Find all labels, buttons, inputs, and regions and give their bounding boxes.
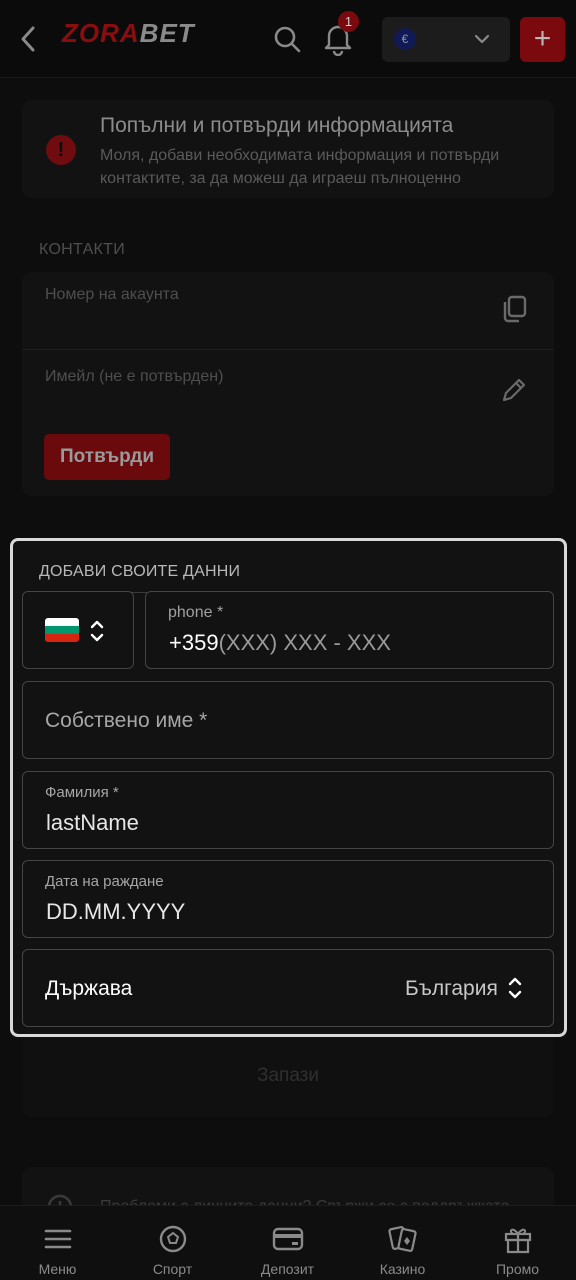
flag-red-stripe bbox=[45, 634, 79, 642]
phone-field[interactable]: phone * +359(XXX) XXX - XXX bbox=[145, 591, 554, 669]
last-name-value: lastName bbox=[46, 810, 139, 835]
search-icon[interactable] bbox=[270, 22, 304, 56]
nav-item-menu[interactable]: Меню bbox=[0, 1206, 115, 1280]
nav-label-sport: Спорт bbox=[152, 1261, 193, 1277]
logo-part-b: BET bbox=[139, 18, 195, 48]
dob-value: DD.MM.YYYY bbox=[46, 899, 186, 924]
menu-icon bbox=[44, 1229, 72, 1249]
copy-icon[interactable] bbox=[500, 294, 528, 324]
country-selector[interactable]: Държава България bbox=[22, 949, 554, 1027]
save-button[interactable]: Запази bbox=[22, 1065, 554, 1087]
first-name-placeholder: Собствено име * bbox=[45, 709, 208, 732]
form-section-label: ДОБАВИ СВОИТЕ ДАННИ bbox=[39, 563, 241, 580]
personal-data-form: ДОБАВИ СВОИТЕ ДАННИ phone * +359(XXX) XX… bbox=[10, 538, 567, 1037]
confirm-email-button[interactable]: Потвърди bbox=[44, 434, 170, 480]
first-name-field[interactable]: Собствено име * bbox=[22, 681, 554, 759]
pencil-icon[interactable] bbox=[500, 376, 528, 404]
nav-item-deposit[interactable]: Депозит bbox=[230, 1206, 345, 1280]
last-name-label: Фамилия * bbox=[45, 784, 119, 801]
bottom-navigation: Меню Спорт Депозит Казино Промо bbox=[0, 1205, 576, 1280]
back-arrow-icon[interactable] bbox=[14, 22, 42, 56]
date-of-birth-field[interactable]: Дата на раждане DD.MM.YYYY bbox=[22, 860, 554, 938]
nav-label-casino: Казино bbox=[379, 1261, 426, 1277]
flag-green-stripe bbox=[45, 626, 79, 634]
phone-label: phone * bbox=[168, 604, 224, 621]
phone-input[interactable]: +359(XXX) XXX - XXX bbox=[169, 630, 391, 656]
alert-icon: ! bbox=[46, 135, 76, 165]
nav-label-menu: Меню bbox=[38, 1261, 77, 1277]
notice-title: Попълни и потвърди информацията bbox=[100, 114, 454, 137]
account-number-label: Номер на акаунта bbox=[45, 286, 179, 303]
save-area: Запази bbox=[22, 1035, 554, 1117]
phone-prefix: +359 bbox=[169, 630, 219, 655]
add-funds-button[interactable]: + bbox=[520, 17, 565, 62]
nav-label-promo: Промо bbox=[495, 1261, 540, 1277]
chevron-down-icon bbox=[474, 34, 490, 44]
flag-white-stripe bbox=[45, 618, 79, 626]
card-icon bbox=[272, 1227, 304, 1251]
contacts-section-label: КОНТАКТИ bbox=[39, 241, 126, 258]
contacts-divider bbox=[22, 349, 554, 350]
soccer-ball-icon bbox=[159, 1225, 187, 1253]
cards-icon bbox=[388, 1226, 417, 1252]
email-label: Имейл (не е потвърден) bbox=[45, 368, 224, 385]
currency-selector[interactable]: € bbox=[382, 17, 510, 62]
nav-label-deposit: Депозит bbox=[260, 1261, 315, 1277]
country-label: Държава bbox=[45, 977, 133, 1000]
gift-icon bbox=[504, 1228, 532, 1254]
country-value: България bbox=[405, 977, 498, 1000]
phone-mask: (XXX) XXX - XXX bbox=[218, 630, 391, 655]
last-name-field[interactable]: Фамилия * lastName bbox=[22, 771, 554, 849]
chevron-up-down-icon bbox=[508, 977, 522, 999]
dob-label: Дата на раждане bbox=[45, 873, 164, 890]
zorabet-logo[interactable]: ZORABET bbox=[62, 18, 195, 49]
euro-coin-icon: € bbox=[394, 28, 416, 50]
country-code-selector[interactable] bbox=[22, 591, 134, 669]
notice-text: Моля, добави необходимата информация и п… bbox=[100, 147, 500, 187]
nav-item-casino[interactable]: Казино bbox=[345, 1206, 460, 1280]
top-header: ZORABET 1 € + bbox=[0, 0, 576, 78]
contacts-card: Номер на акаунта Имейл (не е потвърден) … bbox=[22, 272, 554, 496]
chevron-up-down-icon bbox=[90, 620, 104, 642]
notification-badge: 1 bbox=[338, 11, 359, 32]
logo-part-a: ZORA bbox=[62, 18, 140, 48]
nav-item-sport[interactable]: Спорт bbox=[115, 1206, 230, 1280]
nav-item-promo[interactable]: Промо bbox=[460, 1206, 575, 1280]
info-notice-card: ! Попълни и потвърди информацията Моля, … bbox=[22, 100, 554, 198]
bulgaria-flag-icon bbox=[45, 618, 79, 642]
